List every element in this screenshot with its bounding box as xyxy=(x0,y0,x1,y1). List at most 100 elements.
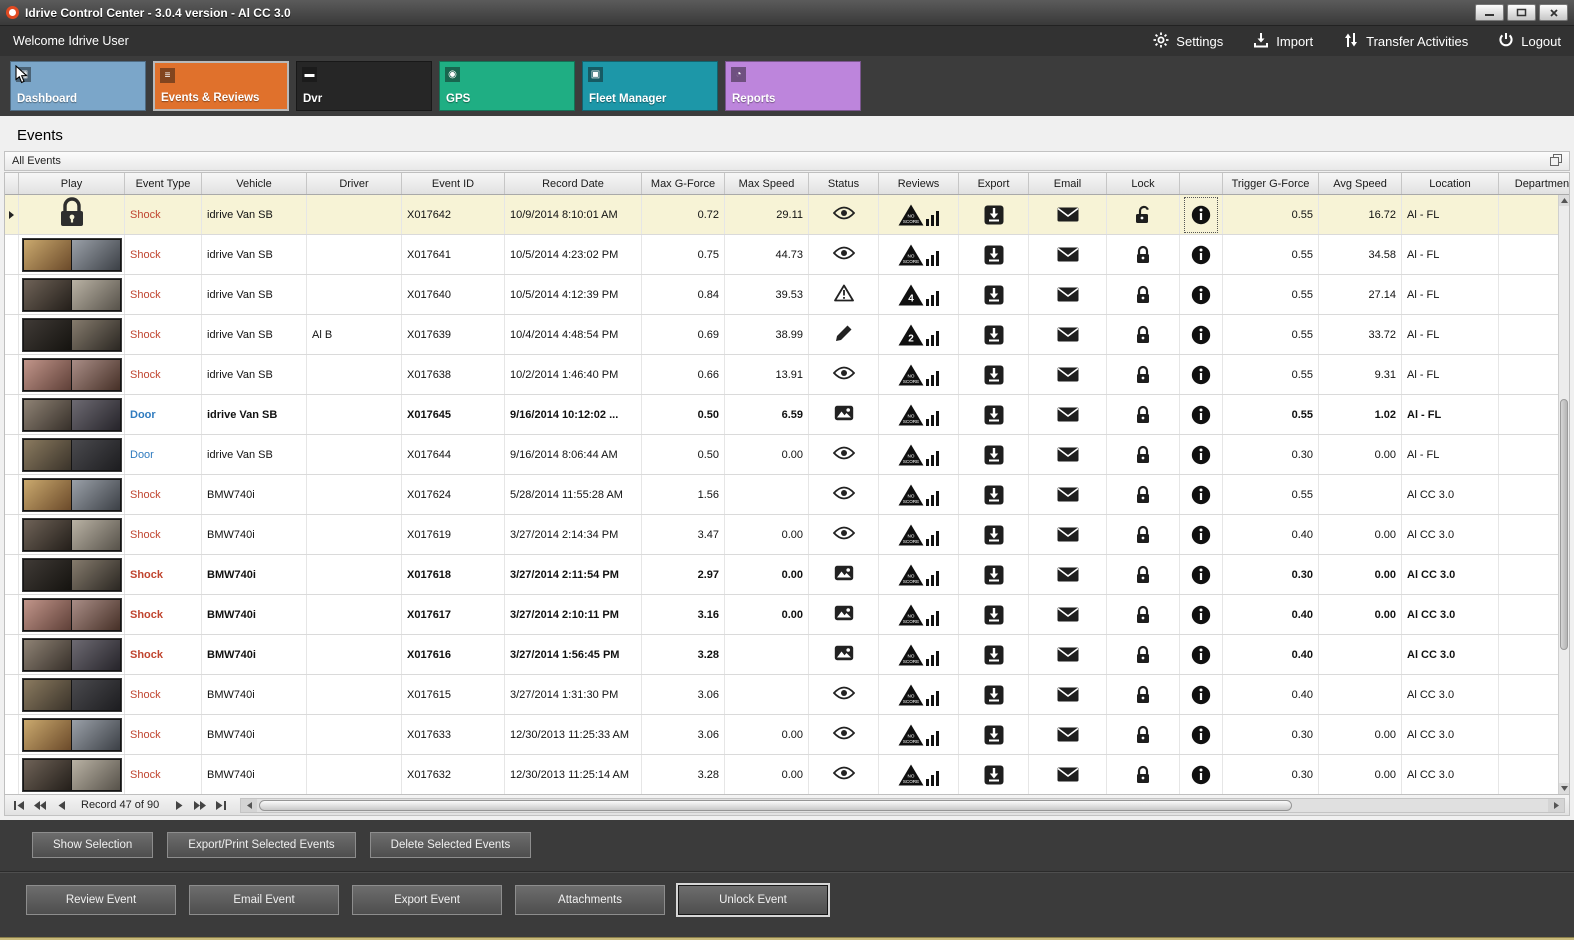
envelope-icon[interactable] xyxy=(1057,727,1079,742)
column-header-blank[interactable] xyxy=(1180,173,1223,194)
play-cell[interactable] xyxy=(19,275,125,314)
event-thumbnail[interactable] xyxy=(21,637,122,672)
settings-button[interactable]: Settings xyxy=(1153,32,1223,51)
table-row[interactable]: Shock BMW740i X017618 3/27/2014 2:11:54 … xyxy=(5,555,1569,595)
info-focus-box[interactable] xyxy=(1185,558,1217,592)
column-header-record-date[interactable]: Record Date xyxy=(505,173,642,194)
show-selection-button[interactable]: Show Selection xyxy=(32,832,154,858)
tab-dvr[interactable]: ▬ Dvr xyxy=(296,61,432,111)
last-record-icon[interactable] xyxy=(211,797,231,813)
review-score-icon[interactable]: NO SCORE xyxy=(898,564,939,586)
info-focus-box[interactable] xyxy=(1184,196,1218,233)
review-score-icon[interactable]: NO SCORE xyxy=(898,244,939,266)
lock-closed-icon[interactable] xyxy=(1135,485,1151,505)
lock-closed-icon[interactable] xyxy=(1135,365,1151,385)
info-icon[interactable] xyxy=(1191,565,1211,585)
lock-closed-icon[interactable] xyxy=(1135,285,1151,305)
event-thumbnail[interactable] xyxy=(21,397,122,432)
column-header-location[interactable]: Location xyxy=(1402,173,1499,194)
attachments-button[interactable]: Attachments xyxy=(515,885,665,915)
column-header-trigger-g-force[interactable]: Trigger G-Force xyxy=(1223,173,1319,194)
info-focus-box[interactable] xyxy=(1185,678,1217,712)
info-icon[interactable] xyxy=(1191,525,1211,545)
lock-closed-icon[interactable] xyxy=(1135,565,1151,585)
event-thumbnail[interactable] xyxy=(21,677,122,712)
play-cell[interactable] xyxy=(19,475,125,514)
column-header-max-g-force[interactable]: Max G-Force xyxy=(642,173,725,194)
lock-closed-icon[interactable] xyxy=(1135,725,1151,745)
export-icon[interactable] xyxy=(984,725,1004,745)
play-cell[interactable] xyxy=(19,395,125,434)
next-record-icon[interactable] xyxy=(169,797,189,813)
vertical-scrollbar[interactable] xyxy=(1558,195,1569,794)
column-header-event-type[interactable]: Event Type xyxy=(125,173,202,194)
info-focus-box[interactable] xyxy=(1185,398,1217,432)
info-icon[interactable] xyxy=(1191,445,1211,465)
transfer-activities-button[interactable]: Transfer Activities xyxy=(1343,32,1468,51)
play-cell[interactable] xyxy=(19,755,125,794)
play-cell[interactable] xyxy=(19,675,125,714)
envelope-icon[interactable] xyxy=(1057,407,1079,422)
event-thumbnail[interactable] xyxy=(21,477,122,512)
info-icon[interactable] xyxy=(1191,605,1211,625)
event-thumbnail[interactable] xyxy=(21,757,122,792)
table-row[interactable]: Shock BMW740i X017633 12/30/2013 11:25:3… xyxy=(5,715,1569,755)
column-header-department[interactable]: Department xyxy=(1499,173,1569,194)
review-score-icon[interactable]: NO SCORE xyxy=(898,204,939,226)
info-focus-box[interactable] xyxy=(1185,718,1217,752)
event-thumbnail[interactable] xyxy=(21,717,122,752)
column-header-play[interactable]: Play xyxy=(19,173,125,194)
column-header-email[interactable]: Email xyxy=(1029,173,1107,194)
info-focus-box[interactable] xyxy=(1185,758,1217,792)
play-cell[interactable] xyxy=(19,635,125,674)
info-focus-box[interactable] xyxy=(1185,478,1217,512)
info-focus-box[interactable] xyxy=(1185,358,1217,392)
export-icon[interactable] xyxy=(984,645,1004,665)
review-score-icon[interactable]: 4 xyxy=(898,284,939,306)
review-score-icon[interactable]: NO SCORE xyxy=(898,764,939,786)
info-icon[interactable] xyxy=(1191,765,1211,785)
lock-closed-icon[interactable] xyxy=(1135,645,1151,665)
play-cell[interactable] xyxy=(19,315,125,354)
lock-closed-icon[interactable] xyxy=(1135,445,1151,465)
import-button[interactable]: Import xyxy=(1253,32,1313,51)
review-event-button[interactable]: Review Event xyxy=(26,885,176,915)
column-header-status[interactable]: Status xyxy=(809,173,879,194)
envelope-icon[interactable] xyxy=(1057,487,1079,502)
export-icon[interactable] xyxy=(984,605,1004,625)
info-focus-box[interactable] xyxy=(1185,438,1217,472)
info-icon[interactable] xyxy=(1191,645,1211,665)
tab-gps[interactable]: ◉ GPS xyxy=(439,61,575,111)
review-score-icon[interactable]: NO SCORE xyxy=(898,404,939,426)
review-score-icon[interactable]: NO SCORE xyxy=(898,524,939,546)
info-focus-box[interactable] xyxy=(1185,638,1217,672)
horizontal-scroll-thumb[interactable] xyxy=(259,799,1292,811)
info-icon[interactable] xyxy=(1191,725,1211,745)
next-page-icon[interactable] xyxy=(190,797,210,813)
info-icon[interactable] xyxy=(1191,245,1211,265)
tab-fleet-manager[interactable]: ▣ Fleet Manager xyxy=(582,61,718,111)
table-row[interactable]: Shock BMW740i X017632 12/30/2013 11:25:1… xyxy=(5,755,1569,794)
play-cell[interactable] xyxy=(19,595,125,634)
minimize-button[interactable] xyxy=(1475,4,1504,21)
prev-record-icon[interactable] xyxy=(51,797,71,813)
scroll-down-icon[interactable] xyxy=(1559,783,1569,794)
envelope-icon[interactable] xyxy=(1057,207,1079,222)
table-row[interactable]: Door idrive Van SB X017645 9/16/2014 10:… xyxy=(5,395,1569,435)
table-row[interactable]: Shock BMW740i X017619 3/27/2014 2:14:34 … xyxy=(5,515,1569,555)
table-row[interactable]: Shock idrive Van SB X017641 10/5/2014 4:… xyxy=(5,235,1569,275)
info-icon[interactable] xyxy=(1191,285,1211,305)
review-score-icon[interactable]: NO SCORE xyxy=(898,604,939,626)
event-thumbnail[interactable] xyxy=(21,357,122,392)
close-button[interactable] xyxy=(1539,4,1568,21)
event-thumbnail[interactable] xyxy=(21,277,122,312)
envelope-icon[interactable] xyxy=(1057,767,1079,782)
export-icon[interactable] xyxy=(984,405,1004,425)
envelope-icon[interactable] xyxy=(1057,247,1079,262)
expand-panel-icon[interactable] xyxy=(1550,153,1562,169)
export-icon[interactable] xyxy=(984,525,1004,545)
unlock-event-button[interactable]: Unlock Event xyxy=(676,883,830,917)
info-icon[interactable] xyxy=(1191,405,1211,425)
column-header-export[interactable]: Export xyxy=(959,173,1029,194)
info-icon[interactable] xyxy=(1191,365,1211,385)
